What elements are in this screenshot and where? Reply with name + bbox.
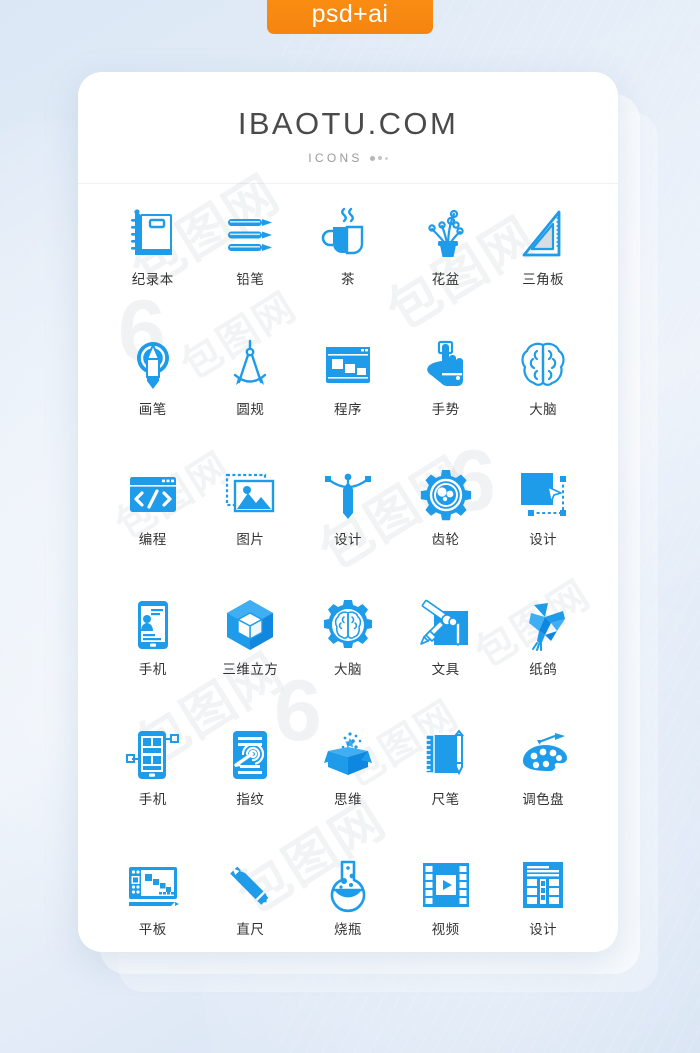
palette-icon <box>514 726 572 784</box>
ruler-pen-icon <box>417 726 475 784</box>
icon-cell[interactable]: 思维 <box>299 726 397 840</box>
fingerprint-icon <box>221 726 279 784</box>
icon-label: 指纹 <box>236 792 265 807</box>
icon-label: 直尺 <box>236 922 265 937</box>
mobile-profile-icon <box>124 596 182 654</box>
icon-cell[interactable]: 直尺 <box>202 856 300 952</box>
icon-cell[interactable]: 花盆 <box>397 206 495 320</box>
dots-icon <box>369 155 388 161</box>
icon-preview-card: 包图网 包图网 包图网 包图网 包图网 包图网 包图网 包图网 包图网 6 6 … <box>78 72 618 952</box>
icon-cell[interactable]: 尺笔 <box>397 726 495 840</box>
icon-label: 程序 <box>333 402 362 417</box>
icon-label: 设计 <box>333 532 362 547</box>
subtitle-row: ICONS <box>78 151 618 165</box>
tablet-icon <box>124 856 182 914</box>
icon-cell[interactable]: 设计 <box>494 466 592 580</box>
icon-label: 烧瓶 <box>333 922 362 937</box>
design-pen-tool-icon <box>319 466 377 524</box>
flask-icon <box>319 856 377 914</box>
icon-label: 思维 <box>333 792 362 807</box>
icon-label: 调色盘 <box>522 792 565 807</box>
icon-label: 花盆 <box>431 272 460 287</box>
format-tag-psd-ai: psd+ai <box>267 0 433 34</box>
icon-cell[interactable]: 大脑 <box>494 336 592 450</box>
icon-label: 平板 <box>138 922 167 937</box>
icon-cell[interactable]: 平板 <box>104 856 202 952</box>
icon-cell[interactable]: 纪录本 <box>104 206 202 320</box>
icon-cell[interactable]: 文具 <box>397 596 495 710</box>
icon-cell[interactable]: 手势 <box>397 336 495 450</box>
code-window-icon <box>124 466 182 524</box>
icon-cell[interactable]: 圆规 <box>202 336 300 450</box>
icon-label: 编程 <box>138 532 167 547</box>
icon-cell[interactable]: 铅笔 <box>202 206 300 320</box>
icon-cell[interactable]: 编程 <box>104 466 202 580</box>
straight-ruler-icon <box>221 856 279 914</box>
pencils-icon <box>221 206 279 264</box>
icon-cell[interactable]: 茶 <box>299 206 397 320</box>
cube-3d-icon <box>221 596 279 654</box>
icon-label: 尺笔 <box>431 792 460 807</box>
icon-label: 手机 <box>138 792 167 807</box>
icon-label: 设计 <box>529 532 558 547</box>
page-subtitle: ICONS <box>308 151 363 165</box>
icon-cell[interactable]: 设计 <box>299 466 397 580</box>
icon-cell[interactable]: 手机 <box>104 726 202 840</box>
set-square-icon <box>514 206 572 264</box>
icon-label: 大脑 <box>529 402 558 417</box>
icon-cell[interactable]: 三维立方 <box>202 596 300 710</box>
icon-cell[interactable]: 指纹 <box>202 726 300 840</box>
icon-label: 画笔 <box>138 402 167 417</box>
icon-cell[interactable]: 大脑 <box>299 596 397 710</box>
icon-label: 设计 <box>529 922 558 937</box>
icon-cell[interactable]: 视频 <box>397 856 495 952</box>
hand-gesture-icon <box>417 336 475 394</box>
thinking-box-icon <box>319 726 377 784</box>
program-window-icon <box>319 336 377 394</box>
tea-cup-icon <box>319 206 377 264</box>
icon-label: 纪录本 <box>131 272 174 287</box>
icon-label: 圆规 <box>236 402 265 417</box>
format-tag-label: psd+ai <box>311 0 389 28</box>
icon-cell[interactable]: 烧瓶 <box>299 856 397 952</box>
gear-icon <box>417 466 475 524</box>
brain-icon <box>514 336 572 394</box>
icon-grid: 纪录本 铅笔 茶 花盆 三角板 画笔 圆规 程序 手势 大脑 编程 图片 设计 … <box>78 184 618 952</box>
paint-brush-bulb-icon <box>124 336 182 394</box>
icon-label: 文具 <box>431 662 460 677</box>
picture-icon <box>221 466 279 524</box>
design-layout-icon <box>514 856 572 914</box>
mobile-layout-icon <box>124 726 182 784</box>
icon-cell[interactable]: 齿轮 <box>397 466 495 580</box>
icon-cell[interactable]: 三角板 <box>494 206 592 320</box>
icon-cell[interactable]: 设计 <box>494 856 592 952</box>
stationery-icon <box>417 596 475 654</box>
icon-label: 视频 <box>431 922 460 937</box>
icon-label: 手机 <box>138 662 167 677</box>
page-title: IBAOTU.COM <box>237 106 459 141</box>
video-film-icon <box>417 856 475 914</box>
icon-cell[interactable]: 纸鸽 <box>494 596 592 710</box>
icon-cell[interactable]: 画笔 <box>104 336 202 450</box>
icon-cell[interactable]: 图片 <box>202 466 300 580</box>
notebook-icon <box>124 206 182 264</box>
icon-label: 大脑 <box>333 662 362 677</box>
compass-icon <box>221 336 279 394</box>
icon-cell[interactable]: 手机 <box>104 596 202 710</box>
brain-gear-icon <box>319 596 377 654</box>
icon-label: 三维立方 <box>222 662 279 677</box>
design-selection-icon <box>514 466 572 524</box>
icon-label: 三角板 <box>522 272 565 287</box>
icon-label: 茶 <box>340 272 355 287</box>
card-header: IBAOTU.COM ICONS <box>78 72 618 184</box>
icon-label: 齿轮 <box>431 532 460 547</box>
paper-dove-icon <box>514 596 572 654</box>
icon-label: 手势 <box>431 402 460 417</box>
flower-pot-icon <box>417 206 475 264</box>
icon-label: 铅笔 <box>236 272 265 287</box>
icon-cell[interactable]: 程序 <box>299 336 397 450</box>
icon-label: 图片 <box>236 532 265 547</box>
icon-cell[interactable]: 调色盘 <box>494 726 592 840</box>
icon-label: 纸鸽 <box>529 662 558 677</box>
